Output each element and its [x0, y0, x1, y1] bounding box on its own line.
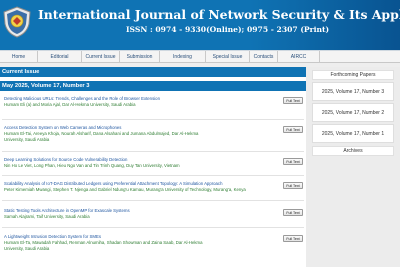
- article-authors: University, Saudi Arabia: [4, 137, 50, 142]
- article-divider: [2, 200, 304, 201]
- page: International Journal of Network Securit…: [0, 0, 400, 267]
- article-title[interactable]: Detecting Malicious URLs: Trends, Challe…: [4, 96, 279, 102]
- article-item: Detecting Malicious URLs: Trends, Challe…: [0, 96, 306, 118]
- nav-current-issue[interactable]: Current Issue: [82, 51, 120, 63]
- article-divider: [2, 151, 304, 152]
- article-item: Access Detection System on Web Cameras a…: [0, 125, 306, 149]
- full-text-button[interactable]: Full Text: [283, 158, 303, 165]
- nav-editorial[interactable]: Editorial: [38, 51, 82, 63]
- issue-heading: May 2025, Volume 17, Number 3: [0, 81, 306, 91]
- journal-title: International Journal of Network Securit…: [38, 7, 400, 22]
- nav-indexing[interactable]: Indexing: [160, 51, 206, 63]
- full-text-button[interactable]: Full Text: [283, 182, 303, 189]
- article-authors: Nin Ho Le Viet, Long Phan, Hieu Ngo Van …: [4, 163, 180, 168]
- sidebar-issue-link[interactable]: 2025, Volume 17, Number 3: [312, 82, 394, 101]
- article-divider: [2, 119, 304, 120]
- nav-special-issue[interactable]: Special Issue: [206, 51, 250, 63]
- sidebar-issue-link[interactable]: 2025, Volume 17, Number 1: [312, 124, 394, 143]
- top-nav: Home Editorial Current Issue Submission …: [0, 50, 400, 63]
- article-authors: Peter Kimemiah Mwangi, Stephen T. Njenga…: [4, 187, 246, 192]
- full-text-button[interactable]: Full Text: [283, 235, 303, 242]
- header-banner: International Journal of Network Securit…: [0, 0, 400, 50]
- article-authors: University, Saudi Arabia: [4, 246, 50, 251]
- section-heading: Current Issue: [0, 67, 306, 77]
- article-item: Static Testing Tools Architecture in Ope…: [0, 208, 306, 224]
- article-title[interactable]: Scalability Analysis of IoT-DAG Distribu…: [4, 181, 279, 187]
- full-text-button[interactable]: Full Text: [283, 97, 303, 104]
- article-item: Scalability Analysis of IoT-DAG Distribu…: [0, 181, 306, 197]
- journal-seal-logo: [3, 6, 31, 38]
- nav-aircc[interactable]: AIRCC: [278, 51, 320, 63]
- nav-contacts[interactable]: Contacts: [250, 51, 278, 63]
- article-authors: Samah Alajrami, Taif University, Saudi A…: [4, 214, 90, 219]
- journal-issn: ISSN : 0974 - 9330(Online); 0975 - 2307 …: [126, 25, 330, 34]
- article-title[interactable]: Static Testing Tools Architecture in Ope…: [4, 208, 279, 214]
- forthcoming-papers-link[interactable]: Forthcoming Papers: [312, 70, 394, 80]
- full-text-button[interactable]: Full Text: [283, 126, 303, 133]
- full-text-button[interactable]: Full Text: [283, 209, 303, 216]
- article-title[interactable]: A Lightweight Intrusion Detection System…: [4, 234, 279, 240]
- archives-link[interactable]: Archives: [312, 146, 394, 156]
- article-divider: [2, 175, 304, 176]
- sidebar-issue-link[interactable]: 2025, Volume 17, Number 2: [312, 103, 394, 122]
- article-title[interactable]: Access Detection System on Web Cameras a…: [4, 125, 279, 131]
- article-authors: Humam Eli (a) and Moria Ajal, Dar Al-Hek…: [4, 102, 136, 107]
- article-item: A Lightweight Intrusion Detection System…: [0, 234, 306, 258]
- nav-submission[interactable]: Submission: [120, 51, 160, 63]
- main-content: Current Issue May 2025, Volume 17, Numbe…: [0, 67, 306, 267]
- article-item: Deep Learning Solutions for Source Code …: [0, 157, 306, 173]
- article-authors: Humam El-Ta, Mawadah Fahhad, Renman Alnu…: [4, 240, 203, 245]
- article-authors: Humam El-Tai, Areeya Khoja, Nourah Alsha…: [4, 131, 199, 136]
- nav-home[interactable]: Home: [0, 51, 38, 63]
- sidebar: Forthcoming Papers 2025, Volume 17, Numb…: [306, 67, 400, 267]
- article-divider: [2, 227, 304, 228]
- article-title[interactable]: Deep Learning Solutions for Source Code …: [4, 157, 279, 163]
